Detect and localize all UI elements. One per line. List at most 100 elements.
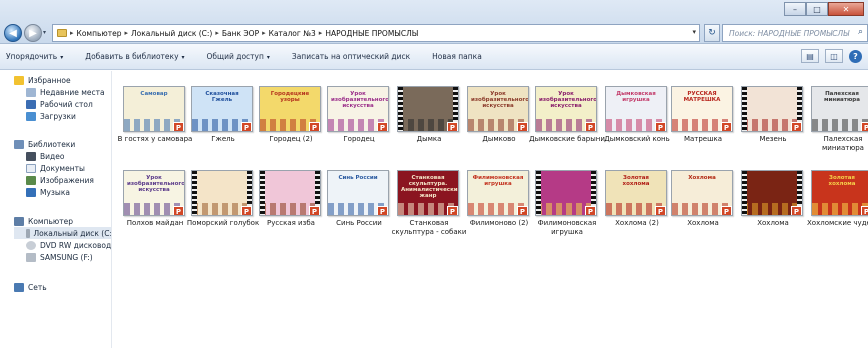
sidebar-item-dvd[interactable]: DVD RW дисковод (E bbox=[26, 239, 111, 251]
preview-pane-icon[interactable]: ◫ bbox=[825, 49, 843, 63]
change-view-icon[interactable]: ▤ bbox=[801, 49, 819, 63]
file-name: Городец bbox=[343, 135, 375, 143]
sidebar-item-local-disk[interactable]: Локальный диск (С: bbox=[14, 227, 111, 239]
powerpoint-icon: P bbox=[655, 122, 666, 131]
sidebar-item-documents[interactable]: Документы bbox=[26, 162, 85, 174]
minimize-button[interactable]: – bbox=[784, 2, 806, 16]
powerpoint-icon: P bbox=[861, 122, 868, 131]
sidebar-item-images[interactable]: Изображения bbox=[26, 174, 94, 186]
file-name: Дымково bbox=[482, 135, 516, 143]
maximize-button[interactable]: □ bbox=[806, 2, 828, 16]
thumbnail-caption: Золотая хохлома bbox=[622, 175, 650, 188]
thumbnail-caption: Урок изобразительного искусства bbox=[471, 91, 529, 110]
back-button[interactable]: ◀ bbox=[4, 24, 22, 42]
breadcrumb-computer[interactable]: Компьютер bbox=[77, 29, 122, 38]
breadcrumb-local-disk[interactable]: Локальный диск (C:) bbox=[131, 29, 212, 38]
usb-drive-icon bbox=[26, 252, 36, 262]
thumbnail-caption: Станковая скульптура. Анималистический ж… bbox=[401, 175, 459, 200]
burn-button[interactable]: Записать на оптический диск bbox=[292, 52, 410, 61]
file-thumbnail: P bbox=[741, 170, 803, 216]
breadcrumb-current-folder[interactable]: НАРОДНЫЕ ПРОМЫСЛЫ bbox=[325, 29, 418, 38]
sidebar-item-desktop[interactable]: Рабочий стол bbox=[26, 98, 93, 110]
window-controls: – □ ✕ bbox=[784, 2, 864, 18]
powerpoint-icon: P bbox=[721, 122, 732, 131]
close-button[interactable]: ✕ bbox=[828, 2, 864, 16]
powerpoint-icon: P bbox=[377, 206, 388, 215]
file-thumbnail: Золотая хохлома P bbox=[605, 170, 667, 216]
file-thumbnail: Городецкие узоры P bbox=[259, 86, 321, 132]
file-name: Дымка bbox=[416, 135, 442, 143]
breadcrumb-catalog[interactable]: Каталог №3 bbox=[269, 29, 316, 38]
recent-pages-dropdown[interactable]: ▾ bbox=[43, 29, 46, 36]
file-thumbnail: P bbox=[259, 170, 321, 216]
sidebar-item-libraries[interactable]: Библиотеки bbox=[14, 138, 75, 150]
add-to-library-button[interactable]: Добавить в библиотеку ▾ bbox=[85, 52, 184, 61]
thumbnail-caption: Урок изобразительного искусства bbox=[331, 91, 389, 110]
sidebar-item-video[interactable]: Видео bbox=[26, 150, 64, 162]
file-thumbnail: Урок изобразительного искусства P bbox=[123, 170, 185, 216]
video-icon bbox=[26, 151, 36, 161]
sidebar-item-computer[interactable]: Компьютер bbox=[14, 215, 73, 227]
file-thumbnail: Самовар P bbox=[123, 86, 185, 132]
music-icon bbox=[26, 187, 36, 197]
powerpoint-icon: P bbox=[377, 122, 388, 131]
file-name: В гостях у самовара bbox=[117, 135, 193, 143]
powerpoint-icon: P bbox=[241, 206, 252, 215]
file-grid: Самовар P В гостях у самовара Сказочная Гже… bbox=[113, 71, 868, 348]
breadcrumb-bank-eor[interactable]: Банк ЭОР bbox=[222, 29, 259, 38]
powerpoint-icon: P bbox=[173, 122, 184, 131]
file-thumbnail: Филимоновская игрушка P bbox=[467, 170, 529, 216]
thumbnail-caption: Золотая хохлома bbox=[828, 175, 856, 188]
file-name: Хохлома bbox=[757, 219, 789, 227]
organize-button[interactable]: Упорядочить ▾ bbox=[6, 52, 63, 61]
sidebar-item-network[interactable]: Сеть bbox=[14, 281, 47, 293]
file-thumbnail: Сказочная Гжель P bbox=[191, 86, 253, 132]
sidebar-item-favorites[interactable]: Избранное bbox=[14, 74, 71, 86]
sidebar-item-music[interactable]: Музыка bbox=[26, 186, 70, 198]
powerpoint-icon: P bbox=[309, 122, 320, 131]
powerpoint-icon: P bbox=[585, 206, 596, 215]
address-bar-row: – □ ✕ ◀ ▶ ▾ ▸ Компьютер ▸ Локальный диск… bbox=[0, 0, 868, 44]
file-name: Хохлома bbox=[687, 219, 719, 227]
file-name: Хохломские чудеса bbox=[807, 219, 868, 227]
sidebar-item-recent[interactable]: Недавние места bbox=[26, 86, 105, 98]
powerpoint-icon: P bbox=[517, 122, 528, 131]
help-icon[interactable]: ? bbox=[849, 49, 862, 63]
file-name: Гжель bbox=[211, 135, 235, 143]
dvd-drive-icon bbox=[26, 240, 36, 250]
powerpoint-icon: P bbox=[791, 206, 802, 215]
powerpoint-icon: P bbox=[517, 206, 528, 215]
powerpoint-icon: P bbox=[447, 122, 458, 131]
new-folder-button[interactable]: Новая папка bbox=[432, 52, 482, 61]
file-thumbnail: P bbox=[397, 86, 459, 132]
thumbnail-caption: Хохлома bbox=[688, 175, 716, 181]
thumbnail-caption: Самовар bbox=[140, 91, 168, 97]
sidebar-item-samsung[interactable]: SAMSUNG (F:) bbox=[26, 251, 93, 263]
search-input[interactable]: Поиск: НАРОДНЫЕ ПРОМЫСЛЫ ⌕ bbox=[722, 24, 868, 42]
navigation-pane: Избранное Недавние места Рабочий стол За… bbox=[0, 71, 112, 348]
chevron-down-icon[interactable]: ▾ bbox=[692, 28, 696, 36]
refresh-button[interactable]: ↻ bbox=[704, 24, 720, 42]
file-thumbnail: Дымковская игрушка P bbox=[605, 86, 667, 132]
file-thumbnail: P bbox=[191, 170, 253, 216]
file-thumbnail: РУССКАЯ МАТРЕШКА P bbox=[671, 86, 733, 132]
sidebar-item-downloads[interactable]: Загрузки bbox=[26, 110, 76, 122]
powerpoint-icon: P bbox=[447, 206, 458, 215]
images-icon bbox=[26, 175, 36, 185]
file-thumbnail: Урок изобразительного искусства P bbox=[535, 86, 597, 132]
folder-icon bbox=[57, 29, 67, 37]
share-button[interactable]: Общий доступ ▾ bbox=[207, 52, 270, 61]
address-bar[interactable]: ▸ Компьютер ▸ Локальный диск (C:) ▸ Банк… bbox=[52, 24, 700, 42]
forward-button[interactable]: ▶ bbox=[24, 24, 42, 42]
thumbnail-caption: Палехская миниатюра bbox=[824, 91, 860, 104]
powerpoint-icon: P bbox=[309, 206, 320, 215]
file-thumbnail: Золотая хохлома P bbox=[811, 170, 868, 216]
thumbnail-caption: Филимоновская игрушка bbox=[472, 175, 524, 188]
file-name: Станковая скульптура - собаки bbox=[391, 219, 467, 236]
powerpoint-icon: P bbox=[173, 206, 184, 215]
thumbnail-caption: Урок изобразительного искусства bbox=[539, 91, 597, 110]
file-thumbnail: Урок изобразительного искусства P bbox=[327, 86, 389, 132]
file-name: Полхов майдан bbox=[126, 219, 184, 227]
search-icon: ⌕ bbox=[857, 27, 863, 37]
command-toolbar: Упорядочить ▾ Добавить в библиотеку ▾ Общи… bbox=[0, 44, 868, 70]
